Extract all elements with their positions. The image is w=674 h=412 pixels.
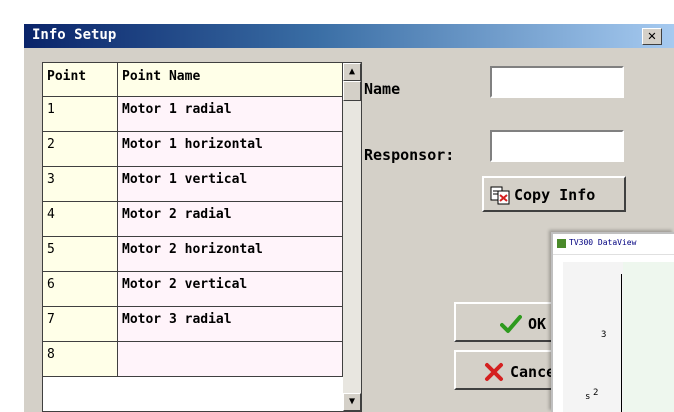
arrow-up-icon: ▲ [348, 66, 356, 77]
ok-label: OK [528, 315, 547, 333]
table-row[interactable]: 6 Motor 2 vertical [43, 272, 343, 307]
y-tick-label: 2 [593, 388, 599, 398]
copy-icon [490, 186, 510, 205]
title-bar[interactable]: Info Setup ✕ [24, 24, 674, 48]
point-cell[interactable]: 6 [43, 272, 118, 307]
point-cell[interactable]: 1 [43, 97, 118, 132]
point-name-cell[interactable]: Motor 3 radial [118, 307, 343, 342]
table-row[interactable]: 8 [43, 342, 343, 377]
plot-area-panel [623, 262, 674, 412]
dataview-window[interactable]: TV300 DataView 3 s 2 [551, 232, 674, 412]
y-axis-line [621, 274, 622, 412]
point-cell[interactable]: 3 [43, 167, 118, 202]
point-cell[interactable]: 4 [43, 202, 118, 237]
table-row[interactable]: 7 Motor 3 radial [43, 307, 343, 342]
point-cell[interactable]: 2 [43, 132, 118, 167]
point-cell[interactable]: 7 [43, 307, 118, 342]
point-name-cell[interactable]: Motor 1 horizontal [118, 132, 343, 167]
dataview-titlebar[interactable]: TV300 DataView [553, 234, 674, 255]
table-row[interactable]: 5 Motor 2 horizontal [43, 237, 343, 272]
point-name-cell[interactable]: Motor 2 horizontal [118, 237, 343, 272]
name-input[interactable] [490, 66, 624, 98]
point-name-cell[interactable]: Motor 2 vertical [118, 272, 343, 307]
point-cell[interactable]: 5 [43, 237, 118, 272]
grid-vertical-scrollbar[interactable]: ▲ ▼ [343, 63, 361, 411]
scroll-up-button[interactable]: ▲ [343, 63, 361, 81]
responsor-label: Responsor: [364, 146, 455, 164]
scroll-thumb[interactable] [343, 81, 361, 101]
close-icon: ✕ [647, 28, 657, 44]
app-icon [557, 239, 566, 248]
scroll-down-button[interactable]: ▼ [343, 393, 361, 411]
point-cell[interactable]: 8 [43, 342, 118, 377]
name-label: Name [364, 80, 401, 98]
table-row[interactable]: 3 Motor 1 vertical [43, 167, 343, 202]
point-name-cell[interactable]: Motor 1 vertical [118, 167, 343, 202]
copy-info-button[interactable]: Copy Info [482, 176, 626, 212]
table-row[interactable]: 4 Motor 2 radial [43, 202, 343, 237]
column-header-point[interactable]: Point [43, 63, 118, 97]
column-header-point-name[interactable]: Point Name [118, 63, 343, 97]
responsor-input[interactable] [490, 130, 624, 162]
checkmark-icon [500, 315, 522, 333]
table-row[interactable]: 1 Motor 1 radial [43, 97, 343, 132]
points-grid[interactable]: Point Point Name 1 Motor 1 radial 2 Moto… [42, 62, 362, 412]
y-tick-label: 3 [601, 330, 607, 340]
cancel-x-icon [485, 363, 503, 381]
arrow-down-icon: ▼ [348, 396, 356, 407]
point-name-cell[interactable]: Motor 2 radial [118, 202, 343, 237]
dialog-title: Info Setup [32, 27, 117, 43]
table-row[interactable]: 2 Motor 1 horizontal [43, 132, 343, 167]
close-button[interactable]: ✕ [642, 28, 662, 45]
dataview-title: TV300 DataView [569, 238, 637, 247]
plot-area-background: 3 s 2 [563, 262, 674, 412]
point-name-cell[interactable]: Motor 1 radial [118, 97, 343, 132]
y-axis-label: s [585, 392, 591, 402]
point-name-cell[interactable] [118, 342, 343, 377]
copy-info-label: Copy Info [514, 186, 596, 204]
